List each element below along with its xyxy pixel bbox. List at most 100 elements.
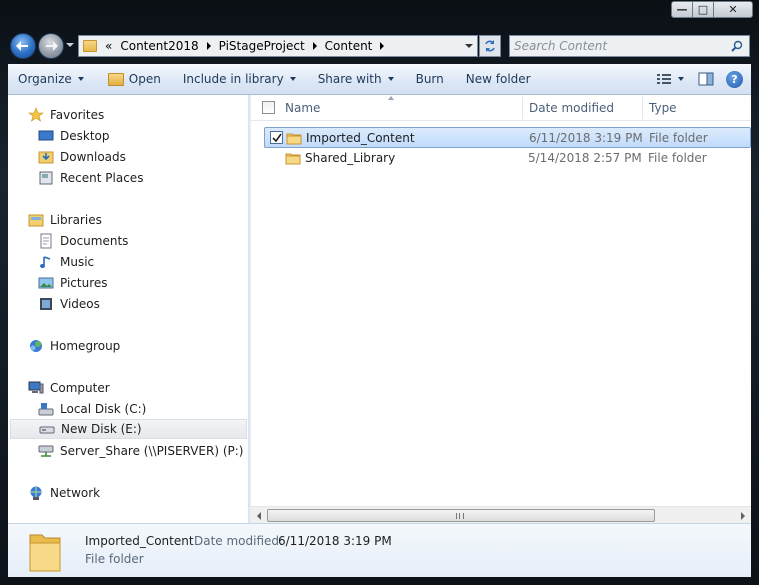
folder-icon — [285, 153, 301, 165]
nav-item-local-disk-c[interactable]: Local Disk (C:) — [8, 399, 146, 419]
column-divider[interactable] — [522, 97, 523, 119]
nav-label: Favorites — [50, 108, 105, 122]
preview-pane-button[interactable] — [692, 64, 720, 94]
change-view-button[interactable] — [652, 64, 676, 94]
removable-disk-icon — [39, 421, 55, 437]
address-row: « Content2018 PiStageProject Content — [0, 30, 759, 62]
details-file-name: Imported_Content — [85, 534, 194, 548]
file-type: File folder — [649, 131, 708, 145]
grip-icon — [456, 513, 464, 519]
nav-item-recent-places[interactable]: Recent Places — [8, 168, 143, 188]
nav-item-desktop[interactable]: Desktop — [8, 126, 110, 146]
recent-pages-dropdown[interactable] — [66, 43, 74, 47]
nav-item-music[interactable]: Music — [8, 252, 94, 272]
address-bar[interactable]: « Content2018 PiStageProject Content — [78, 35, 478, 57]
nav-label: Computer — [50, 381, 110, 395]
organize-label: Organize — [18, 72, 72, 86]
include-in-library-label: Include in library — [182, 72, 284, 86]
nav-label: Pictures — [60, 276, 108, 290]
share-with-button[interactable]: Share with — [310, 64, 402, 94]
select-all-checkbox[interactable] — [262, 101, 275, 114]
breadcrumb-separator-icon[interactable] — [312, 42, 317, 50]
close-icon: ✕ — [728, 3, 738, 16]
help-button[interactable]: ? — [726, 70, 743, 88]
new-folder-button[interactable]: New folder — [458, 64, 539, 94]
share-with-label: Share with — [317, 72, 382, 86]
folder-icon — [29, 534, 61, 572]
nav-homegroup[interactable]: Homegroup — [8, 336, 120, 356]
include-in-library-button[interactable]: Include in library — [175, 64, 304, 94]
horizontal-scrollbar[interactable] — [251, 506, 751, 523]
back-button[interactable] — [10, 33, 36, 59]
checkmark-icon — [271, 133, 282, 142]
nav-item-new-disk-e[interactable]: New Disk (E:) — [10, 419, 247, 439]
nav-item-downloads[interactable]: Downloads — [8, 147, 126, 167]
scrollbar-thumb[interactable] — [267, 509, 655, 522]
nav-item-pictures[interactable]: Pictures — [8, 273, 108, 293]
burn-button[interactable]: Burn — [408, 64, 452, 94]
breadcrumb-separator-icon[interactable] — [380, 42, 385, 50]
refresh-icon — [485, 40, 495, 52]
nav-item-server-share-p[interactable]: Server_Share (\\PISERVER) (P:) — [8, 441, 244, 461]
new-folder-label: New folder — [465, 72, 531, 86]
nav-label: Desktop — [60, 129, 110, 143]
file-type: File folder — [648, 151, 707, 165]
details-file-type: File folder — [85, 552, 144, 566]
search-icon[interactable] — [731, 40, 743, 52]
row-checkbox[interactable] — [270, 131, 283, 144]
organize-button[interactable]: Organize — [8, 64, 92, 94]
navigation-pane: Favorites Desktop Downloads Recent Place… — [8, 95, 249, 523]
libraries-icon — [28, 212, 44, 228]
main-area: Favorites Desktop Downloads Recent Place… — [8, 95, 751, 523]
breadcrumb-content[interactable]: Content — [321, 36, 377, 56]
details-date-value: 6/11/2018 3:19 PM — [278, 534, 392, 548]
column-header-type[interactable]: Type — [649, 95, 749, 121]
refresh-button[interactable] — [479, 35, 501, 57]
column-header-name[interactable]: Name — [285, 95, 525, 121]
nav-label: Network — [50, 486, 101, 500]
close-button[interactable]: ✕ — [713, 1, 753, 18]
view-options-dropdown[interactable] — [676, 64, 692, 94]
nav-favorites[interactable]: Favorites — [8, 105, 104, 125]
search-input[interactable] — [514, 38, 724, 54]
recent-places-icon — [38, 170, 54, 186]
nav-label: Downloads — [60, 150, 126, 164]
scroll-left-icon[interactable] — [257, 512, 261, 520]
file-date: 6/11/2018 3:19 PM — [529, 131, 643, 145]
file-name: Imported_Content — [306, 131, 415, 145]
column-divider[interactable] — [642, 97, 643, 119]
search-box[interactable] — [509, 35, 750, 57]
breadcrumb-overflow[interactable]: « — [101, 36, 116, 56]
column-header-label: Date modified — [529, 101, 615, 115]
nav-item-documents[interactable]: Documents — [8, 231, 128, 251]
computer-icon — [28, 380, 44, 396]
open-button[interactable]: Open — [100, 64, 169, 94]
file-date: 5/14/2018 2:57 PM — [528, 151, 642, 165]
file-row[interactable]: Shared_Library 5/14/2018 2:57 PM File fo… — [264, 148, 751, 169]
file-row[interactable]: Imported_Content 6/11/2018 3:19 PM File … — [264, 127, 751, 148]
forward-button[interactable] — [38, 33, 64, 59]
nav-computer[interactable]: Computer — [8, 378, 110, 398]
column-header-label: Type — [649, 101, 677, 115]
nav-network[interactable]: Network — [8, 483, 100, 503]
column-header-date-modified[interactable]: Date modified — [529, 95, 644, 121]
videos-icon — [38, 296, 54, 312]
minimize-button[interactable]: — — [671, 1, 693, 18]
music-icon — [38, 254, 54, 270]
breadcrumb-separator-icon[interactable] — [206, 42, 211, 50]
nav-label: Recent Places — [60, 171, 144, 185]
star-icon — [28, 107, 44, 123]
nav-label: Local Disk (C:) — [60, 402, 147, 416]
nav-label: Videos — [60, 297, 100, 311]
breadcrumb-pistageproject[interactable]: PiStageProject — [215, 36, 309, 56]
chevron-down-icon[interactable] — [465, 44, 473, 48]
title-bar[interactable]: — □ ✕ — [0, 0, 759, 28]
downloads-icon — [38, 149, 54, 165]
open-folder-icon — [107, 72, 124, 86]
scroll-right-icon[interactable] — [741, 512, 745, 520]
breadcrumb-content2018[interactable]: Content2018 — [116, 36, 202, 56]
nav-item-videos[interactable]: Videos — [8, 294, 100, 314]
nav-libraries[interactable]: Libraries — [8, 210, 102, 230]
view-details-icon — [657, 74, 671, 84]
maximize-button[interactable]: □ — [692, 1, 714, 18]
